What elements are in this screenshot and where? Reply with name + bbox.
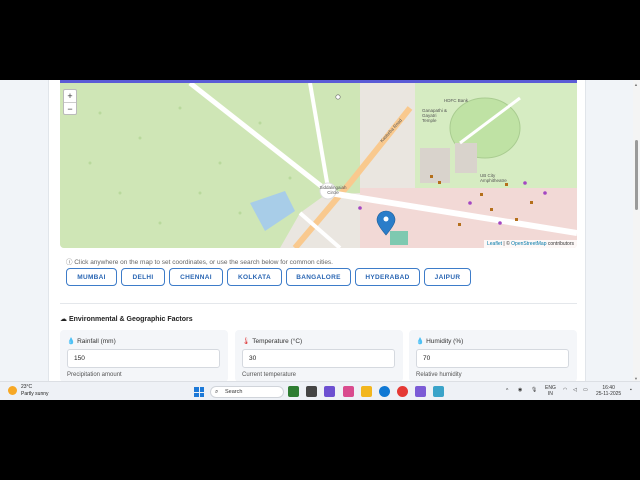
map-label-circle: Siddalingaiah Circle (319, 185, 347, 195)
city-button-kolkata[interactable]: KOLKATA (227, 268, 282, 286)
humidity-input[interactable]: 70 (416, 349, 569, 368)
battery-icon[interactable]: ▭ (583, 387, 588, 393)
rainfall-label: 💧 Rainfall (mm) (67, 338, 116, 345)
scrollbar-thumb[interactable] (635, 140, 638, 210)
section-title: ☁ Environmental & Geographic Factors (60, 315, 193, 323)
section-title-text: Environmental & Geographic Factors (68, 316, 193, 323)
sun-icon (8, 386, 17, 395)
search-icon: ⌕ (215, 389, 219, 395)
page-scrollbar[interactable]: ▲ ▼ (633, 80, 640, 400)
city-button-bangalore[interactable]: BANGALORE (286, 268, 351, 286)
clock[interactable]: 16:40 25-11-2025 (596, 385, 621, 397)
map-label-temple: Ganapathi & Gayatri Temple (422, 108, 448, 123)
page-container: + − Siddalingaiah Circle Kasturba Road G… (48, 80, 586, 382)
edge-icon[interactable] (379, 386, 390, 397)
temperature-input[interactable]: 30 (242, 349, 395, 368)
city-button-delhi[interactable]: DELHI (121, 268, 165, 286)
weather-condition: Partly sunny (21, 391, 49, 397)
rainfall-card: 💧 Rainfall (mm) 150 Precipitation amount (60, 330, 228, 382)
droplet-icon: 💧 (416, 338, 425, 345)
app-icon-1[interactable] (288, 386, 299, 397)
zoom-control: + − (63, 89, 77, 115)
humidity-label: 💧 Humidity (%) (416, 338, 464, 345)
attribution-suffix: contributors (547, 241, 574, 247)
map-view[interactable]: + − Siddalingaiah Circle Kasturba Road G… (60, 83, 577, 248)
windows-taskbar: 23°C Partly sunny ⌕ Search ^ ◉ 🎙 ENG IN … (0, 381, 640, 400)
map-attribution: Leaflet | © OpenStreetMap contributors (484, 240, 577, 248)
map-label-bank: HDFC Bank (444, 98, 469, 103)
copilot-icon[interactable] (343, 386, 354, 397)
openstreetmap-link[interactable]: OpenStreetMap (511, 241, 546, 247)
humidity-help: Relative humidity (416, 372, 462, 378)
mic-icon[interactable]: 🎙 (531, 387, 537, 393)
rainfall-input[interactable]: 150 (67, 349, 220, 368)
temperature-label: 🌡 Temperature (°C) (242, 338, 303, 345)
weather-temp: 23°C (21, 384, 33, 390)
volume-icon[interactable]: ◁ (573, 387, 577, 393)
notification-icon[interactable]: ▪ (630, 387, 632, 393)
city-button-jaipur[interactable]: JAIPUR (424, 268, 471, 286)
rainfall-help: Precipitation amount (67, 372, 122, 378)
app-icon-2[interactable] (306, 386, 317, 397)
city-button-chennai[interactable]: CHENNAI (169, 268, 223, 286)
city-button-hyderabad[interactable]: HYDERABAD (355, 268, 420, 286)
humidity-card: 💧 Humidity (%) 70 Relative humidity (409, 330, 577, 382)
tray-overflow-icon[interactable]: ^ (506, 388, 508, 394)
taskbar-search[interactable]: ⌕ Search (210, 386, 284, 398)
app-icon-3[interactable] (324, 386, 335, 397)
language-indicator[interactable]: ENG IN (545, 385, 556, 397)
wifi-icon[interactable]: ◠ (563, 387, 567, 393)
map-label-ub-city: UB City Amphitheatre (480, 173, 507, 183)
chrome-icon[interactable] (397, 386, 408, 397)
map-hint-text: ⓘ Click anywhere on the map to set coord… (66, 259, 333, 266)
city-buttons: MUMBAI DELHI CHENNAI KOLKATA BANGALORE H… (66, 268, 471, 286)
leaflet-link[interactable]: Leaflet (487, 241, 502, 247)
zoom-out-button[interactable]: − (64, 102, 76, 114)
temperature-help: Current temperature (242, 372, 297, 378)
tray-app-icon[interactable]: ◉ (518, 387, 522, 393)
droplet-icon: 💧 (67, 338, 76, 345)
search-placeholder: Search (225, 389, 243, 395)
app-icon-8[interactable] (415, 386, 426, 397)
map-tiles[interactable] (60, 83, 577, 248)
zoom-in-button[interactable]: + (64, 90, 76, 102)
temperature-card: 🌡 Temperature (°C) 30 Current temperature (235, 330, 403, 382)
section-divider (60, 303, 577, 304)
cloud-rain-icon: ☁ (60, 316, 67, 323)
city-button-mumbai[interactable]: MUMBAI (66, 268, 117, 286)
attribution-separator: | © (503, 241, 510, 247)
scroll-up-icon[interactable]: ▲ (634, 82, 638, 87)
file-explorer-icon[interactable] (361, 386, 372, 397)
thermometer-icon: 🌡 (242, 338, 251, 345)
browser-viewport: + − Siddalingaiah Circle Kasturba Road G… (0, 80, 640, 400)
start-button[interactable] (194, 387, 204, 397)
app-icon-9[interactable] (433, 386, 444, 397)
